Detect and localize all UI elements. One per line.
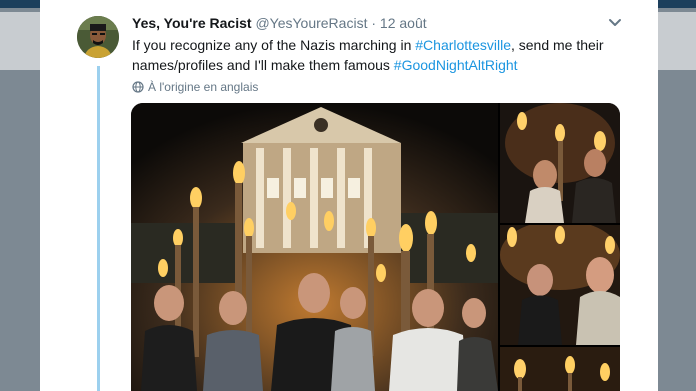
translate-link[interactable]: À l'origine en anglais xyxy=(132,80,258,94)
separator-dot: · xyxy=(371,15,377,31)
tweet-text-part1: If you recognize any of the Nazis marchi… xyxy=(132,37,416,53)
thread-line xyxy=(97,66,100,391)
globe-icon xyxy=(132,81,144,93)
author-handle[interactable]: @YesYoureRacist xyxy=(255,15,367,31)
background-right xyxy=(658,8,696,391)
main-photo[interactable] xyxy=(131,103,498,391)
thumbnail-photo-2[interactable] xyxy=(500,225,620,345)
chevron-down-icon[interactable] xyxy=(608,18,622,28)
tweet-card[interactable]: Yes, You're Racist @YesYoureRacist · 12 … xyxy=(40,0,658,391)
thumbnail-photo-1[interactable] xyxy=(500,103,620,223)
tweet-text: If you recognize any of the Nazis marchi… xyxy=(132,35,632,75)
translate-label: À l'origine en anglais xyxy=(148,80,259,94)
timestamp[interactable]: 12 août xyxy=(380,15,427,31)
tweet-header: Yes, You're Racist @YesYoureRacist · 12 … xyxy=(132,15,602,35)
hashtag-goodnightaltright[interactable]: #GoodNightAltRight xyxy=(394,57,518,73)
hashtag-charlottesville[interactable]: #Charlottesville xyxy=(415,37,511,53)
author-name[interactable]: Yes, You're Racist xyxy=(132,15,252,31)
media-grid[interactable] xyxy=(131,103,620,391)
avatar[interactable] xyxy=(77,16,119,58)
background-left xyxy=(0,8,40,391)
thumbnail-photo-3[interactable] xyxy=(500,347,620,391)
